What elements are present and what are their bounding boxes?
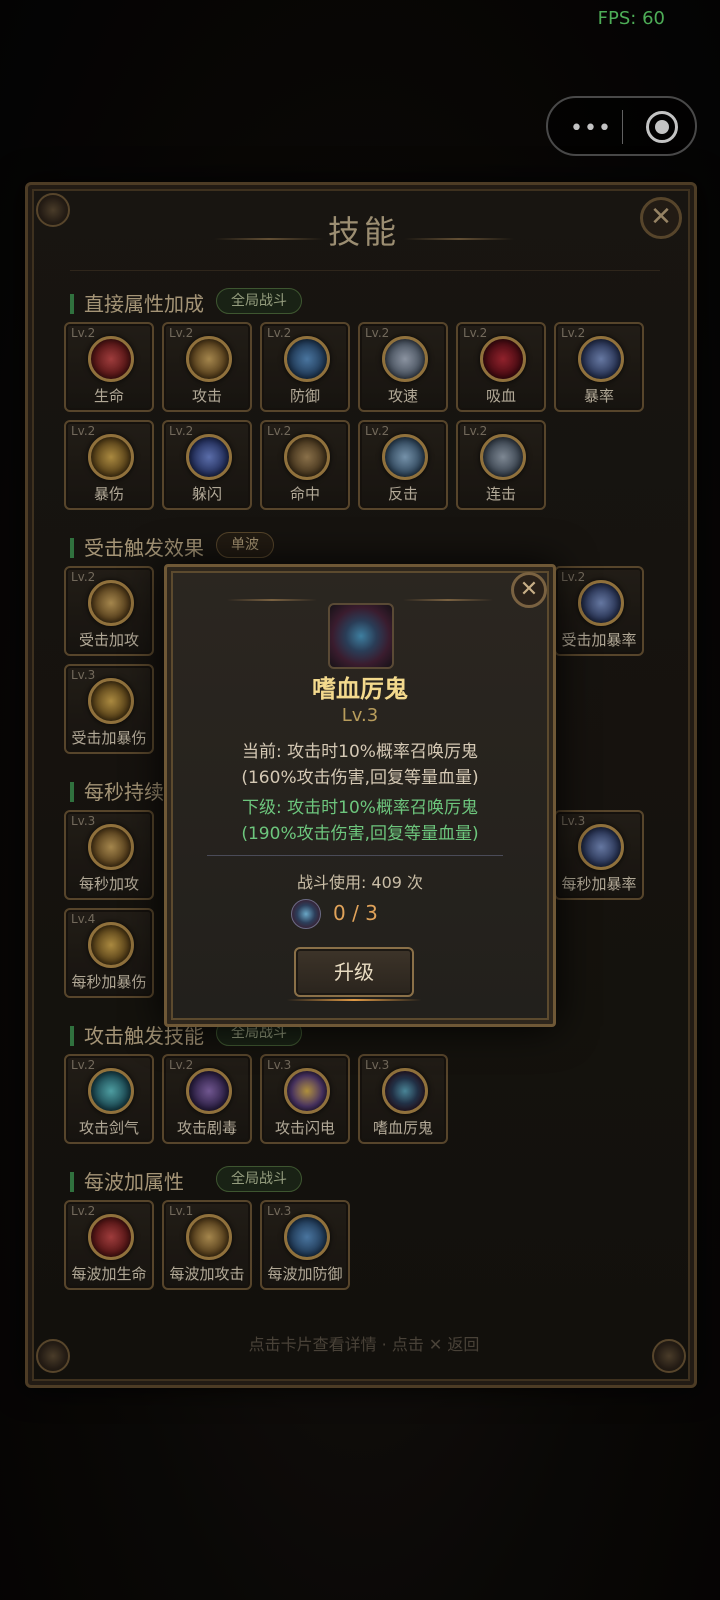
current-effect: 当前: 攻击时10%概率召唤厉鬼 bbox=[242, 742, 478, 762]
upgrade-button[interactable]: 升级 bbox=[294, 947, 414, 997]
dialog-divider bbox=[207, 855, 503, 856]
current-effect-detail: (160%攻击伤害,回复等量血量) bbox=[241, 768, 479, 788]
dialog-close-button[interactable]: ✕ bbox=[511, 572, 547, 608]
next-effect: 下级: 攻击时10%概率召唤厉鬼 bbox=[242, 798, 478, 818]
ghost-skull-icon bbox=[328, 603, 394, 669]
dialog-ornament bbox=[403, 599, 493, 601]
skill-title: 嗜血厉鬼 bbox=[312, 675, 408, 703]
skill-detail-dialog: ✕ 嗜血厉鬼 Lv.3 当前: 攻击时10%概率召唤厉鬼 (160%攻击伤害,回… bbox=[164, 564, 556, 1027]
skill-token-icon bbox=[291, 899, 321, 929]
next-effect-detail: (190%攻击伤害,回复等量血量) bbox=[241, 824, 479, 844]
skill-level: Lv.3 bbox=[341, 705, 379, 726]
button-glow bbox=[287, 999, 421, 1001]
usage-count: 战斗使用: 409 次 bbox=[296, 873, 424, 892]
upgrade-cost: 0 / 3 bbox=[333, 901, 378, 925]
dialog-ornament bbox=[227, 599, 317, 601]
